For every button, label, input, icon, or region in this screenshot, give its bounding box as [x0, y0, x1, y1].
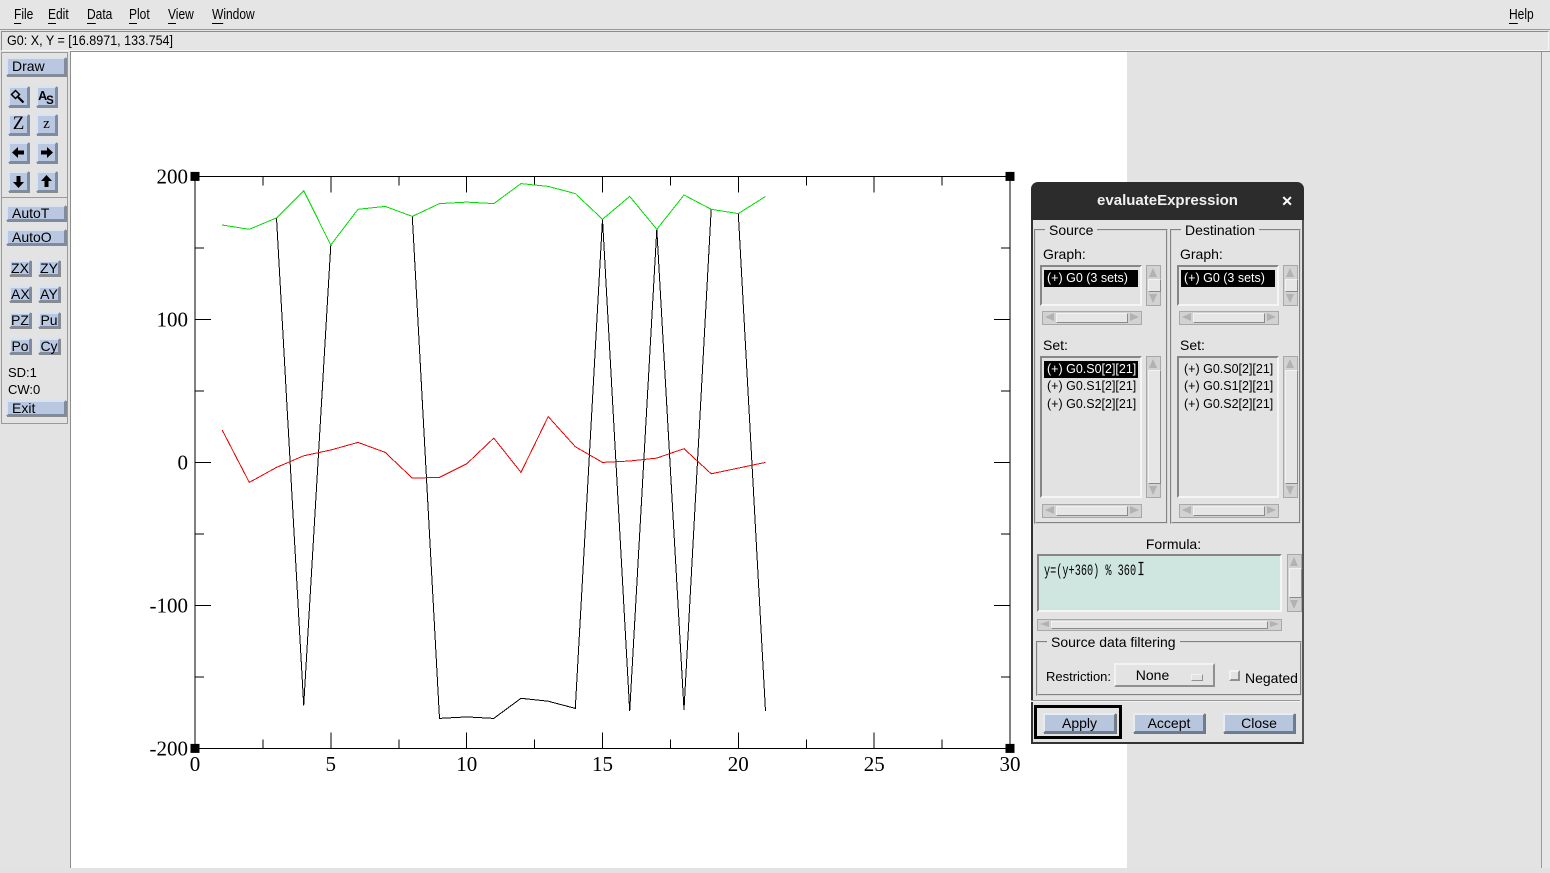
- svg-text:25: 25: [864, 752, 885, 776]
- svg-text:-100: -100: [150, 593, 189, 617]
- svg-text:5: 5: [326, 752, 337, 776]
- svg-text:200: 200: [157, 164, 189, 188]
- svg-text:100: 100: [157, 307, 189, 331]
- svg-text:20: 20: [728, 752, 749, 776]
- svg-text:0: 0: [190, 752, 201, 776]
- svg-text:0: 0: [178, 450, 189, 474]
- svg-text:15: 15: [592, 752, 613, 776]
- svg-text:-200: -200: [150, 736, 189, 760]
- svg-text:30: 30: [1000, 752, 1021, 776]
- svg-text:10: 10: [456, 752, 477, 776]
